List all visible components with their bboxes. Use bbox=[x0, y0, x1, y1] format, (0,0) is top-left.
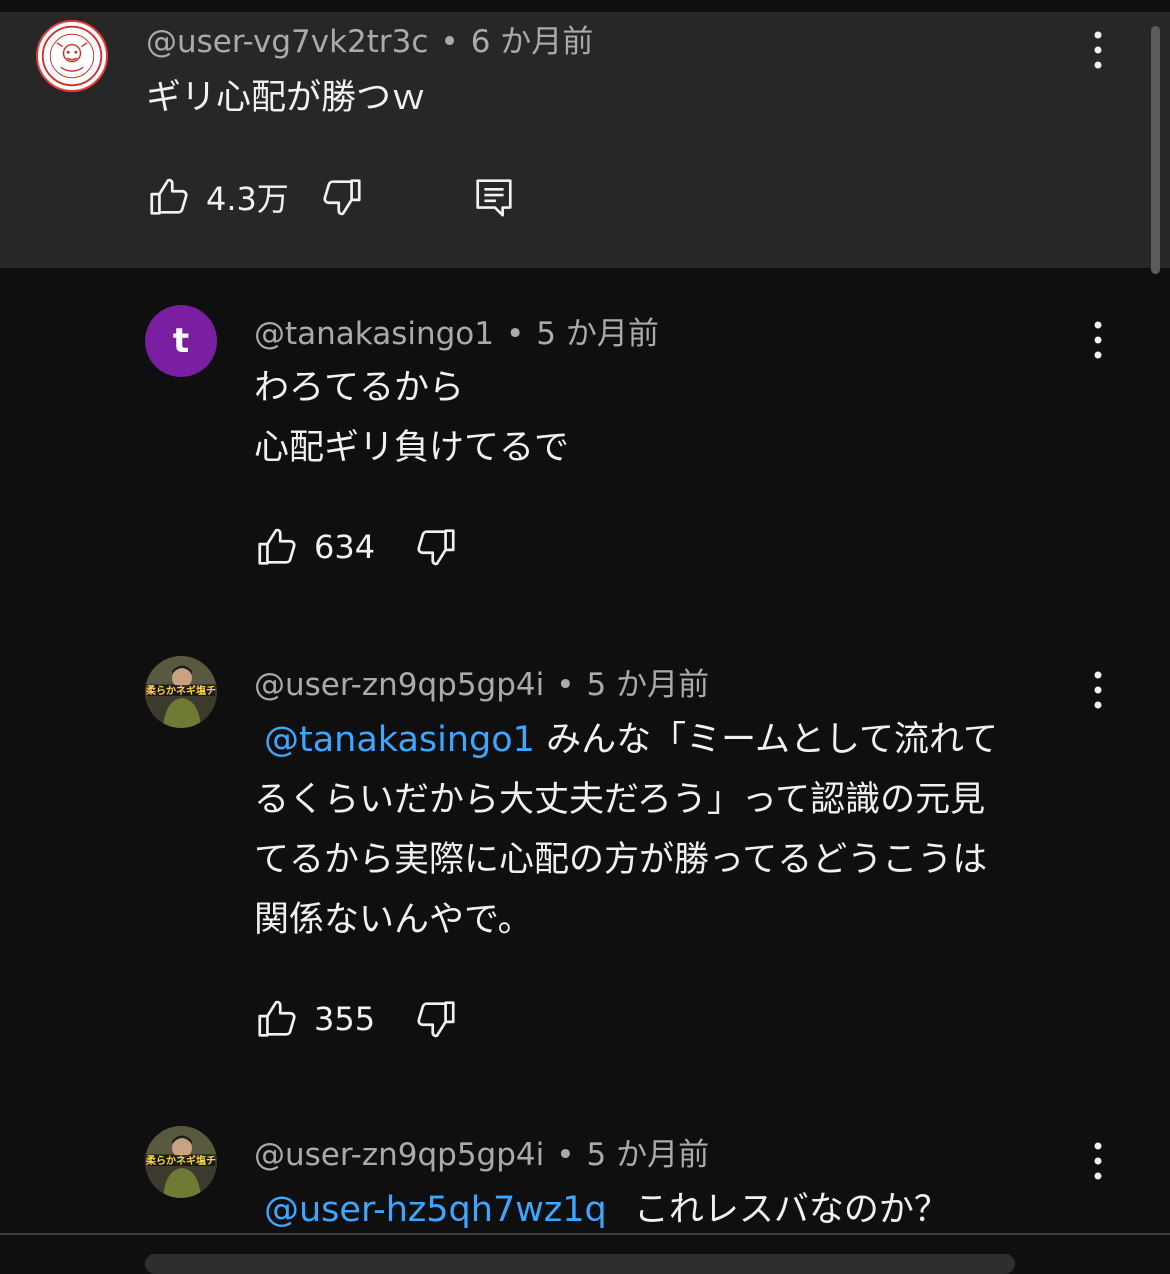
avatar[interactable]: 柔らかネギ塩チ bbox=[145, 656, 217, 728]
comment-meta: @user-zn9qp5gp4i • 5 か月前 bbox=[254, 659, 709, 704]
meta-separator: • bbox=[556, 1137, 575, 1173]
thumbs-down-icon[interactable] bbox=[319, 174, 365, 220]
comment-line: わろてるから bbox=[254, 368, 465, 408]
thumbs-up-icon[interactable] bbox=[254, 524, 300, 570]
comment-actions: 355 bbox=[254, 994, 459, 1044]
author-name[interactable]: @tanakasingo1 bbox=[254, 316, 494, 352]
comment-text: @tanakasingo1 みんな「ミームとして流れて るくらいだから大丈夫だろ… bbox=[254, 710, 998, 950]
more-vert-icon[interactable] bbox=[1090, 670, 1106, 710]
scrollbar[interactable] bbox=[1151, 26, 1160, 274]
author-name[interactable]: @user-zn9qp5gp4i bbox=[254, 1137, 544, 1173]
stamp-avatar-image bbox=[41, 25, 103, 87]
more-vert-icon[interactable] bbox=[1090, 320, 1106, 360]
comment-line: @tanakasingo1 みんな「ミームとして流れて bbox=[254, 710, 998, 770]
comment-meta: @user-zn9qp5gp4i • 5 か月前 bbox=[254, 1129, 709, 1174]
meta-separator: • bbox=[505, 316, 525, 352]
avatar-letter: t bbox=[172, 321, 190, 361]
svg-text:柔らかネギ塩チ: 柔らかネギ塩チ bbox=[145, 1154, 216, 1167]
meta-separator: • bbox=[556, 667, 575, 703]
timestamp[interactable]: 6 か月前 bbox=[471, 24, 594, 60]
timestamp[interactable]: 5 か月前 bbox=[587, 1137, 710, 1173]
thumbs-down-icon[interactable] bbox=[413, 524, 459, 570]
avatar[interactable]: 柔らかネギ塩チ bbox=[145, 1126, 217, 1198]
author-name[interactable]: @user-vg7vk2tr3c bbox=[146, 24, 428, 60]
like-count: 355 bbox=[314, 1000, 376, 1038]
comment-actions: 634 bbox=[254, 522, 459, 572]
avatar[interactable]: t bbox=[145, 305, 217, 377]
comment-text: @user-hz5qh7wz1q これレスバなのか？ bbox=[254, 1180, 949, 1240]
reply-comment-icon[interactable] bbox=[471, 174, 517, 220]
thumbs-up-icon[interactable] bbox=[254, 996, 300, 1042]
comment-line-text: これレスバなのか？ bbox=[633, 1190, 949, 1230]
comment-line: 心配ギリ負けてるで bbox=[254, 428, 570, 468]
comment-line: てるから実際に心配の方が勝ってるどうこうは bbox=[254, 840, 988, 880]
author-name[interactable]: @user-zn9qp5gp4i bbox=[254, 667, 544, 703]
photo-avatar-image: 柔らかネギ塩チ bbox=[145, 1126, 217, 1198]
avatar[interactable] bbox=[36, 20, 108, 92]
comment-text: ギリ心配が勝つｗ bbox=[146, 78, 427, 118]
comment-meta: @tanakasingo1 • 5 か月前 bbox=[254, 308, 659, 353]
thumbs-down-icon[interactable] bbox=[413, 996, 459, 1042]
more-vert-icon[interactable] bbox=[1090, 1141, 1106, 1181]
more-vert-icon[interactable] bbox=[1090, 30, 1106, 70]
mention-link[interactable]: @tanakasingo1 bbox=[264, 720, 535, 760]
comment-line: 関係ないんやで。 bbox=[254, 900, 533, 940]
reply-input-bar[interactable] bbox=[145, 1254, 1015, 1274]
like-count: 634 bbox=[314, 528, 376, 566]
comment-meta: @user-vg7vk2tr3c • 6 か月前 bbox=[146, 16, 593, 61]
like-count: 4.3万 bbox=[206, 180, 289, 218]
comment-line: るくらいだから大丈夫だろう」って認識の元見 bbox=[254, 780, 986, 820]
timestamp[interactable]: 5 か月前 bbox=[536, 316, 659, 352]
thumbs-up-icon[interactable] bbox=[146, 174, 192, 220]
photo-avatar-image: 柔らかネギ塩チ bbox=[145, 656, 217, 728]
comment-text: わろてるから 心配ギリ負けてるで bbox=[254, 358, 569, 478]
svg-text:柔らかネギ塩チ: 柔らかネギ塩チ bbox=[145, 684, 216, 697]
comment-line-text: みんな「ミームとして流れて bbox=[546, 720, 998, 760]
meta-separator: • bbox=[440, 24, 459, 60]
mention-link[interactable]: @user-hz5qh7wz1q bbox=[264, 1190, 607, 1230]
bottom-divider bbox=[0, 1233, 1170, 1235]
timestamp[interactable]: 5 か月前 bbox=[587, 667, 710, 703]
comment-actions: 4.3万 bbox=[146, 172, 517, 222]
